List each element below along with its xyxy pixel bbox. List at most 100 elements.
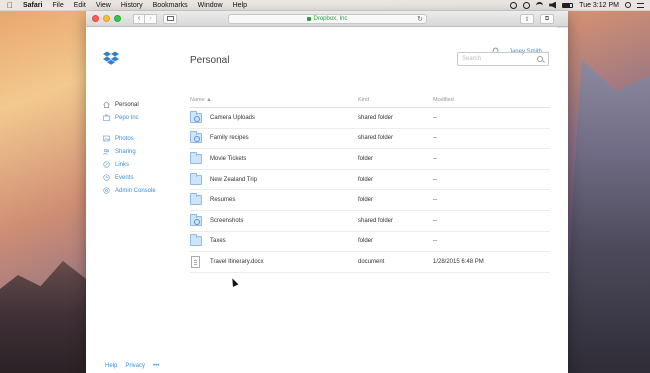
table-row[interactable]: Travel Itinerary.docx document 1/28/2015… <box>190 252 550 273</box>
file-modified: -- <box>433 197 437 204</box>
nav-buttons: ‹ › <box>133 13 157 24</box>
minimize-window-button[interactable] <box>103 15 110 22</box>
sidebar-item-admin-console[interactable]: Admin Console <box>103 184 156 197</box>
table-row[interactable]: Movie Tickets folder -- <box>190 149 550 170</box>
file-name[interactable]: Taxes <box>210 238 226 244</box>
file-kind: document <box>358 258 385 265</box>
menu-help[interactable]: Help <box>233 2 247 9</box>
sidebar-item-label: Links <box>115 161 130 168</box>
file-modified: -- <box>433 176 437 183</box>
table-row[interactable]: Camera Uploads shared folder -- <box>190 108 550 129</box>
sidebar: Personal Pepo Inc Photos Sharing Links E… <box>103 98 156 197</box>
sharing-icon <box>103 148 110 155</box>
menu-app[interactable]: Safari <box>23 2 42 9</box>
photo-icon <box>103 135 110 142</box>
chevron-right-icon: › <box>149 15 152 22</box>
record-icon[interactable] <box>510 1 518 9</box>
help-link[interactable]: Help <box>105 363 117 369</box>
tabs-button[interactable]: ⧉ <box>540 14 554 24</box>
column-kind-header[interactable]: Kind <box>358 97 433 103</box>
sidebar-item-label: Events <box>115 174 134 181</box>
address-bar[interactable]: Dropbox, Inc ↻ <box>228 14 427 24</box>
search-input[interactable]: Search <box>457 52 549 66</box>
shared-folder-icon <box>190 110 202 123</box>
file-kind: shared folder <box>358 114 394 121</box>
list-icon[interactable] <box>637 2 644 8</box>
menu-bookmarks[interactable]: Bookmarks <box>153 2 188 9</box>
menu-edit[interactable]: Edit <box>74 2 86 9</box>
folder-icon <box>190 172 202 185</box>
file-name[interactable]: New Zealand Trip <box>210 177 257 183</box>
sidebar-item-events[interactable]: Events <box>103 171 156 184</box>
folder-icon <box>190 193 202 206</box>
address-text: Dropbox, Inc <box>313 16 348 22</box>
desktop-wallpaper-right <box>565 60 650 373</box>
zoom-window-button[interactable] <box>114 15 121 22</box>
file-kind: folder <box>358 155 374 162</box>
link-icon <box>103 161 110 168</box>
file-name[interactable]: Camera Uploads <box>210 115 255 121</box>
forward-button[interactable]: › <box>145 13 157 24</box>
table-row[interactable]: Resumes folder -- <box>190 190 550 211</box>
briefcase-icon <box>103 114 110 121</box>
dropbox-page: Janey Smith ⌄ Personal Search Personal P… <box>86 28 568 373</box>
file-modified: -- <box>433 114 437 121</box>
sidebar-item-label: Pepo Inc <box>115 114 139 121</box>
wifi-icon[interactable] <box>536 1 544 9</box>
file-name[interactable]: Screenshots <box>210 218 243 224</box>
column-name-header[interactable]: Name ▲ <box>190 97 358 103</box>
table-row[interactable]: Family recipes shared folder -- <box>190 129 550 150</box>
menu-view[interactable]: View <box>96 2 111 9</box>
document-icon <box>191 255 200 268</box>
sidebar-item-pepo-inc[interactable]: Pepo Inc <box>103 111 156 124</box>
search-icon[interactable] <box>625 2 631 8</box>
browser-toolbar: ‹ › Dropbox, Inc ↻ ⇧ ⧉ + <box>86 11 568 37</box>
share-button[interactable]: ⇧ <box>520 14 534 24</box>
sidebar-item-photos[interactable]: Photos <box>103 132 156 145</box>
back-button[interactable]: ‹ <box>133 13 145 24</box>
table-header: Name ▲ Kind Modified <box>190 92 550 108</box>
dropbox-logo-icon[interactable] <box>103 51 119 65</box>
sidebar-toggle-button[interactable] <box>163 13 177 24</box>
menu-history[interactable]: History <box>121 2 143 9</box>
sidebar-item-links[interactable]: Links <box>103 158 156 171</box>
menubar:  Safari File Edit View History Bookmark… <box>0 0 650 11</box>
tabs-icon: ⧉ <box>544 15 550 22</box>
file-kind: shared folder <box>358 135 394 142</box>
apple-icon[interactable]:  <box>6 1 14 10</box>
sidebar-item-label: Personal <box>115 101 139 108</box>
sidebar-item-label: Sharing <box>115 148 136 155</box>
table-row[interactable]: Taxes folder -- <box>190 232 550 253</box>
file-kind: shared folder <box>358 217 394 224</box>
lock-icon <box>307 17 312 21</box>
clock-icon <box>103 174 110 181</box>
more-link[interactable]: ••• <box>153 363 159 369</box>
battery-icon[interactable] <box>562 2 574 8</box>
menu-window[interactable]: Window <box>198 2 223 9</box>
column-modified-header[interactable]: Modified <box>433 97 550 103</box>
desktop-wallpaper-left <box>0 261 90 373</box>
reload-icon[interactable]: ↻ <box>417 15 423 24</box>
file-name[interactable]: Family recipes <box>210 135 249 141</box>
sidebar-item-sharing[interactable]: Sharing <box>103 145 156 158</box>
volume-icon[interactable] <box>549 1 557 9</box>
file-name[interactable]: Movie Tickets <box>210 156 246 162</box>
sidebar-item-personal[interactable]: Personal <box>103 98 156 111</box>
close-window-button[interactable] <box>92 15 99 22</box>
file-kind: folder <box>358 176 374 183</box>
menu-file[interactable]: File <box>52 2 63 9</box>
file-name[interactable]: Travel Itinerary.docx <box>210 259 264 265</box>
table-row[interactable]: Screenshots shared folder -- <box>190 211 550 232</box>
privacy-link[interactable]: Privacy <box>125 363 145 369</box>
home-icon <box>103 101 110 108</box>
file-name[interactable]: Resumes <box>210 197 235 203</box>
sync-icon[interactable] <box>523 1 531 9</box>
file-kind: folder <box>358 197 374 204</box>
folder-icon <box>190 151 202 164</box>
search-placeholder: Search <box>462 56 482 62</box>
folder-icon <box>190 234 202 247</box>
menubar-clock[interactable]: Tue 3:12 PM <box>579 2 619 9</box>
file-modified: 1/28/2015 6:48 PM <box>433 258 484 265</box>
table-row[interactable]: New Zealand Trip folder -- <box>190 170 550 191</box>
file-modified: -- <box>433 155 437 162</box>
